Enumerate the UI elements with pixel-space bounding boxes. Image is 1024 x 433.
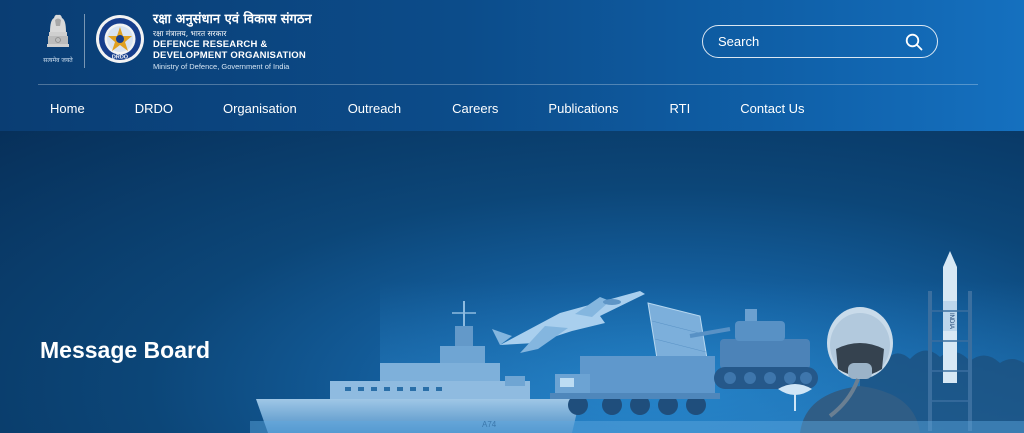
org-name-english-line1: DEFENCE RESEARCH & [153,39,268,50]
logo-divider [84,14,85,68]
missile-label: INDIA [948,313,954,329]
drdo-seal-icon: DRDO [96,15,144,63]
search-box[interactable] [702,25,938,58]
nav-item-organisation[interactable]: Organisation [223,98,297,120]
nav-item-publications[interactable]: Publications [548,98,618,120]
page-title: Message Board [40,337,211,363]
defence-scene-illustration: A74 INDIA [250,251,1024,433]
seal-label: DRDO [112,55,129,61]
nav-item-home[interactable]: Home [50,98,85,120]
nav-item-careers[interactable]: Careers [452,98,498,120]
hero-banner: A74 INDIA Message Board [0,131,1024,433]
lion-capital-icon [47,14,69,47]
org-name-hindi: रक्षा अनुसंधान एवं विकास संगठन [153,12,312,27]
emblem-motto: सत्यमेव जयते [43,57,73,64]
header-divider [38,84,978,85]
search-input[interactable] [718,34,905,49]
national-emblem: सत्यमेव जयते [38,12,78,68]
nav-item-rti[interactable]: RTI [670,98,691,120]
main-nav: Home DRDO Organisation Outreach Careers … [50,98,805,120]
organisation-name-block: रक्षा अनुसंधान एवं विकास संगठन रक्षा मंत… [153,12,312,72]
site-header: सत्यमेव जयते DRDO रक्षा अनुसंधान एवं विक… [0,0,1024,131]
ministry-hindi: रक्षा मंत्रालय, भारत सरकार [153,29,227,38]
org-name-english-line2: DEVELOPMENT ORGANISATION [153,50,306,61]
nav-item-drdo[interactable]: DRDO [135,98,173,120]
nav-item-outreach[interactable]: Outreach [348,98,401,120]
ground-glow [250,421,1024,433]
logo-area[interactable]: सत्यमेव जयते DRDO रक्षा अनुसंधान एवं विक… [38,12,312,72]
nav-item-contact-us[interactable]: Contact Us [740,98,804,120]
search-icon[interactable] [905,33,923,51]
ministry-english: Ministry of Defence, Government of India [153,62,290,71]
